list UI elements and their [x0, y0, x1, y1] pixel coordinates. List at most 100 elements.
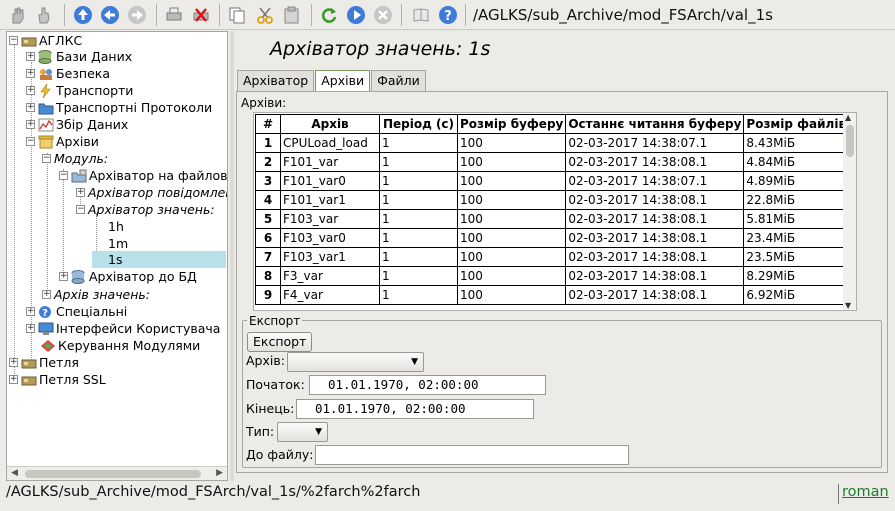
copy-icon[interactable]	[226, 4, 248, 26]
expand-icon[interactable]: +	[9, 358, 18, 367]
scroll-left-icon[interactable]: ◀	[11, 468, 18, 478]
tree-item-value-archive[interactable]: + Архів значень:	[42, 286, 150, 303]
hand-release-icon[interactable]	[33, 4, 55, 26]
scrollbar-thumb[interactable]	[846, 125, 854, 157]
begin-datetime-field[interactable]: 01.01.1970, 02:00:00	[309, 375, 546, 395]
user-link[interactable]: roman	[838, 484, 889, 504]
expand-icon[interactable]: +	[59, 272, 68, 281]
delete-icon[interactable]	[190, 4, 212, 26]
tree-item-module[interactable]: − Модуль:	[42, 150, 108, 167]
expand-icon[interactable]: +	[26, 103, 35, 112]
column-header[interactable]: #	[255, 114, 281, 134]
scroll-down-icon[interactable]: ▼	[845, 301, 851, 310]
to-file-field[interactable]	[315, 445, 629, 465]
collapse-icon[interactable]: −	[42, 154, 51, 163]
end-datetime-field[interactable]: 01.01.1970, 02:00:00	[296, 399, 534, 419]
table-row[interactable]: 6 F103_var0 1 100 02-03-2017 14:38:08.1 23.4М…	[255, 228, 850, 248]
tree-item-user-interfaces[interactable]: + Інтерфейси Користувача	[26, 320, 220, 337]
table-vertical-scrollbar[interactable]: ▲ ▼	[843, 113, 856, 310]
expand-icon[interactable]: +	[9, 375, 18, 384]
tree-item-databases[interactable]: + Бази Даних	[26, 48, 132, 65]
up-icon[interactable]	[72, 4, 94, 26]
help-icon[interactable]: ?	[437, 4, 459, 26]
column-header[interactable]: Останнє читання буферу	[565, 114, 745, 134]
tree-label: Архіватор повідомлен	[88, 185, 228, 200]
tree-item-transport-protocols[interactable]: + Транспортні Протоколи	[26, 99, 212, 116]
db-archiver-icon	[71, 269, 85, 284]
forward-icon[interactable]	[126, 4, 148, 26]
expand-icon[interactable]: +	[26, 120, 35, 129]
tree-label: Архіватор до БД	[89, 269, 197, 284]
tree-item-db-archiver[interactable]: + Архіватор до БД	[59, 268, 197, 285]
collapse-icon[interactable]: −	[9, 36, 18, 45]
tree-item-loop[interactable]: + Петля	[9, 354, 79, 371]
collapse-icon[interactable]: −	[59, 171, 68, 180]
expand-icon[interactable]: +	[26, 52, 35, 61]
paste-icon[interactable]	[281, 4, 303, 26]
tree-item-security[interactable]: + Безпека	[26, 65, 110, 82]
station-icon	[21, 37, 37, 46]
tree-item-archives[interactable]: − Архіви	[26, 133, 99, 150]
tree-item-file-archiver[interactable]: − Архіватор на файлов	[59, 167, 227, 184]
table-cell: 8	[255, 266, 281, 286]
expand-icon[interactable]: +	[76, 188, 85, 197]
collapse-icon[interactable]: −	[26, 137, 35, 146]
tab-archives[interactable]: Архіви	[315, 70, 371, 91]
archives-table-container: # Архів Період (с) Розмір буферу Останнє…	[253, 112, 857, 311]
tree-item-1h[interactable]: 1h	[108, 218, 124, 235]
table-cell: F103_var1	[280, 247, 380, 267]
tree-item-module-control[interactable]: Керування Модулями	[40, 337, 200, 354]
expand-icon[interactable]: +	[26, 307, 35, 316]
tree-item-1m[interactable]: 1m	[108, 235, 128, 252]
expand-icon[interactable]: +	[26, 69, 35, 78]
tab-files[interactable]: Файли	[371, 70, 426, 91]
tree-item-data-acquisition[interactable]: + Збір Даних	[26, 116, 128, 133]
expand-icon[interactable]: +	[26, 86, 35, 95]
stop-icon[interactable]	[372, 4, 394, 26]
expand-icon[interactable]: +	[42, 290, 51, 299]
table-row[interactable]: 7 F103_var1 1 100 02-03-2017 14:38:08.1 23.5М…	[255, 247, 850, 267]
tree-item-root[interactable]: − АГЛКС	[9, 32, 82, 49]
tree-horizontal-scrollbar[interactable]: ◀ ▶	[7, 466, 227, 480]
back-icon[interactable]	[99, 4, 121, 26]
hand-icon[interactable]	[6, 4, 28, 26]
table-row[interactable]: 5 F103_var 1 100 02-03-2017 14:38:08.1 5.81Мі…	[255, 209, 850, 229]
tab-archiver[interactable]: Архіватор	[237, 70, 315, 91]
table-row[interactable]: 1 CPULoad_load 1 100 02-03-2017 14:38:07.1 8.…	[255, 133, 850, 153]
table-cell: 4.84МіБ	[743, 152, 850, 172]
table-row[interactable]: 3 F101_var0 1 100 02-03-2017 14:38:07.1 4.89М…	[255, 171, 850, 191]
start-icon[interactable]	[345, 4, 367, 26]
tree-item-message-archiver[interactable]: + Архіватор повідомлен	[76, 184, 228, 201]
table-row[interactable]: 8 F3_var 1 100 02-03-2017 14:38:08.1 8.29МіБ	[255, 266, 850, 286]
export-button[interactable]: Експорт	[247, 332, 313, 352]
tree-item-specials[interactable]: + ? Спеціальні	[26, 303, 127, 320]
table-row[interactable]: 4 F101_var1 1 100 02-03-2017 14:38:08.1 22.8М…	[255, 190, 850, 210]
column-header[interactable]: Архів	[280, 114, 380, 134]
table-row[interactable]: 9 F4_var 1 100 02-03-2017 14:38:08.1 6.92МіБ	[255, 285, 850, 305]
cut-icon[interactable]	[254, 4, 276, 26]
scrollbar-thumb[interactable]	[25, 470, 201, 478]
chevron-down-icon: ▼	[315, 427, 322, 437]
tree-item-value-archiver[interactable]: − Архіватор значень:	[76, 201, 215, 218]
tree-item-transports[interactable]: + Транспорти	[26, 82, 133, 99]
scroll-up-icon[interactable]: ▲	[845, 113, 851, 122]
tree-item-1s[interactable]: 1s	[92, 251, 226, 268]
expand-icon[interactable]: +	[26, 324, 35, 333]
tree-label: Керування Модулями	[58, 338, 201, 353]
column-header[interactable]: Період (с)	[379, 114, 458, 134]
column-header[interactable]: Розмір файлів	[743, 114, 850, 134]
book-icon[interactable]	[410, 4, 432, 26]
svg-text:?: ?	[444, 9, 452, 24]
type-select[interactable]: ▼	[277, 422, 328, 442]
collapse-icon[interactable]: −	[76, 205, 85, 214]
column-header[interactable]: Розмір буферу	[456, 114, 567, 134]
table-row[interactable]: 2 F101_var 1 100 02-03-2017 14:38:08.1 4.84Мі…	[255, 152, 850, 172]
archive-select[interactable]: ▼	[287, 352, 424, 372]
scroll-right-icon[interactable]: ▶	[216, 468, 223, 478]
tree-item-loop-ssl[interactable]: + Петля SSL	[9, 371, 106, 388]
navigation-tree[interactable]: − АГЛКС + Бази Даних + Безпека + Транспо…	[6, 31, 228, 481]
refresh-icon[interactable]	[318, 4, 340, 26]
print-icon[interactable]	[163, 4, 185, 26]
page-title: Архіватор значень: 1s	[270, 38, 491, 60]
panel-splitter[interactable]	[230, 31, 234, 481]
